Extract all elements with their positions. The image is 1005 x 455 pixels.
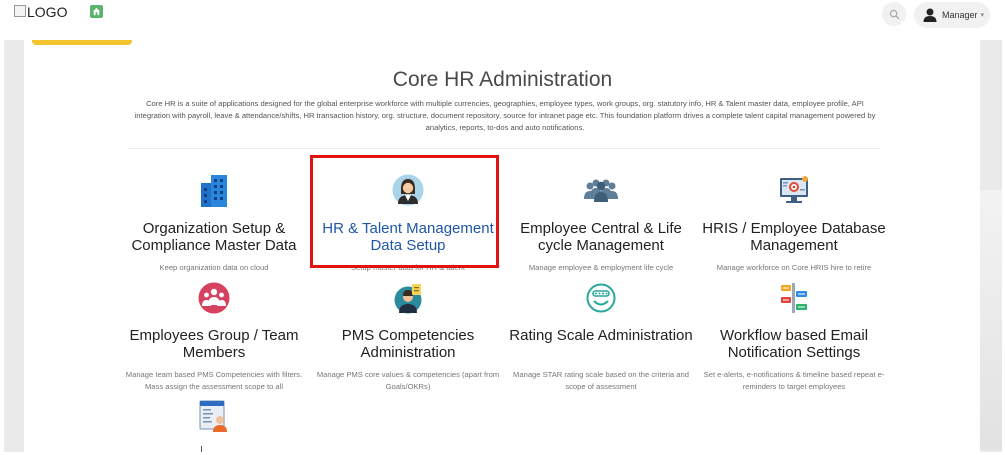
divider-tick — [201, 446, 202, 452]
card-subtitle: Manage PMS core values & competencies (a… — [316, 370, 500, 391]
building-icon — [196, 172, 232, 208]
profile-form-icon — [196, 398, 232, 434]
user-menu[interactable]: Manager ▾ — [914, 2, 990, 28]
top-bar: LOGO Manager ▾ — [0, 0, 1005, 40]
card-subtitle: Manage STAR rating scale based on the cr… — [513, 370, 689, 391]
team-circle-icon — [196, 280, 232, 316]
selection-highlight — [310, 155, 499, 268]
home-button[interactable] — [90, 5, 103, 18]
user-name: Manager — [942, 10, 978, 20]
card-title: HRIS / Employee Database Management — [702, 220, 886, 254]
page-title: Core HR Administration — [392, 68, 613, 91]
logo-alt-text: LOGO — [27, 4, 68, 20]
rating-scale-icon — [583, 280, 619, 316]
page-description: Core HR is a suite of applications desig… — [134, 99, 876, 133]
workflow-icon — [776, 280, 812, 316]
chevron-down-icon: ▾ — [980, 12, 985, 19]
card-title: Employee Central & Life cycle Management — [520, 220, 682, 254]
home-icon — [92, 7, 101, 16]
people-group-icon — [583, 172, 619, 208]
search-icon — [889, 9, 900, 20]
accent-tab — [32, 40, 132, 45]
monitor-icon — [776, 172, 812, 208]
card-title: PMS Competencies Administration — [341, 327, 475, 361]
broken-image-icon — [14, 5, 26, 17]
divider — [128, 148, 880, 149]
card-subtitle: Manage workforce on Core HRIS hire to re… — [716, 263, 872, 272]
user-icon — [923, 8, 937, 22]
card-title: Rating Scale Administration — [509, 327, 693, 344]
card-subtitle: Manage employee & employment life cycle — [528, 263, 674, 272]
card-subtitle: Manage team based PMS Competencies with … — [125, 370, 303, 391]
logo[interactable]: LOGO — [14, 4, 67, 20]
search-button[interactable] — [882, 2, 906, 26]
decorative-background — [980, 190, 1002, 450]
competency-icon — [390, 280, 426, 316]
card-title: Employees Group / Team Members — [129, 327, 299, 361]
card-title: Organization Setup & Compliance Master D… — [131, 220, 297, 254]
card-subtitle: Set e-alerts, e-notifications & timeline… — [703, 370, 885, 391]
card-title: Workflow based Email Notification Settin… — [719, 327, 869, 361]
card-subtitle: Keep organization data on cloud — [159, 263, 269, 272]
